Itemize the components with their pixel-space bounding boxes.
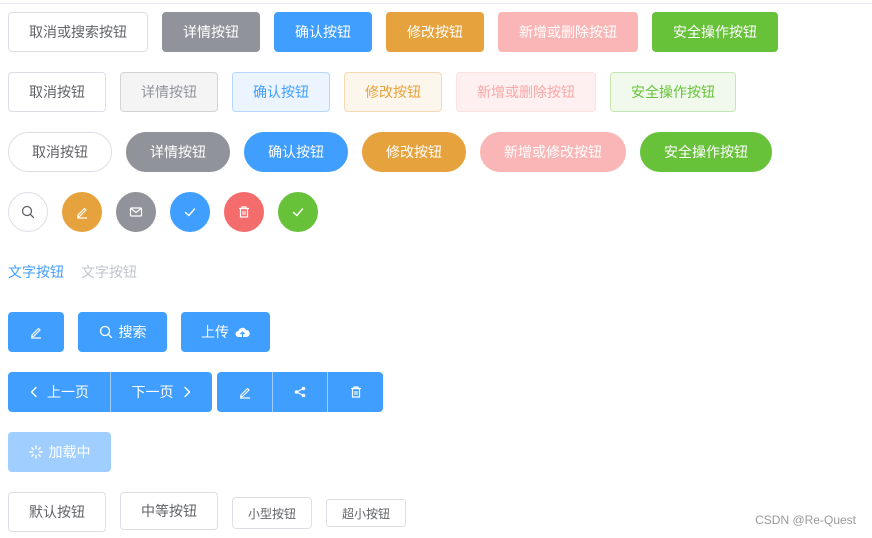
upload-button-label: 上传 (201, 325, 229, 341)
search-icon (99, 325, 113, 339)
loading-button[interactable]: 加载中 (8, 432, 111, 472)
edit-plain-button[interactable]: 修改按钮 (344, 72, 442, 112)
cancel-round-button[interactable]: 取消按钮 (8, 132, 112, 172)
safe-operation-round-button[interactable]: 安全操作按钮 (640, 132, 772, 172)
search-circle-button[interactable] (8, 192, 48, 232)
action-button-group (217, 372, 383, 412)
chevron-left-icon (29, 386, 39, 398)
delete-icon (237, 205, 251, 219)
edit-circle-button[interactable] (62, 192, 102, 232)
message-circle-button[interactable] (116, 192, 156, 232)
prev-page-button[interactable]: 上一页 (8, 372, 110, 412)
watermark: CSDN @Re-Quest (755, 513, 856, 527)
edit-button[interactable]: 修改按钮 (386, 12, 484, 52)
add-delete-plain-button[interactable]: 新增或删除按钮 (456, 72, 596, 112)
check-circle-button-success[interactable] (278, 192, 318, 232)
confirm-button[interactable]: 确认按钮 (274, 12, 372, 52)
loading-spinner-icon (28, 445, 43, 459)
add-delete-button[interactable]: 新增或删除按钮 (498, 12, 638, 52)
search-button-label: 搜索 (118, 325, 147, 341)
chevron-right-icon (182, 386, 192, 398)
upload-cloud-icon (235, 326, 250, 339)
cancel-plain-button[interactable]: 取消按钮 (8, 72, 106, 112)
text-button[interactable]: 文字按钮 (8, 262, 64, 282)
next-page-label: 下一页 (131, 385, 174, 401)
cancel-search-button[interactable]: 取消或搜索按钮 (8, 12, 148, 52)
top-divider (0, 3, 872, 4)
next-page-button[interactable]: 下一页 (110, 372, 212, 412)
pagination-button-group: 上一页 下一页 (8, 372, 212, 412)
loading-label: 加载中 (48, 445, 91, 461)
mini-size-button[interactable]: 超小按钮 (326, 499, 406, 527)
message-icon (129, 205, 143, 219)
confirm-plain-button[interactable]: 确认按钮 (232, 72, 330, 112)
add-edit-round-button[interactable]: 新增或修改按钮 (480, 132, 626, 172)
check-icon (291, 205, 305, 219)
edit-icon (75, 205, 89, 219)
prev-page-label: 上一页 (47, 385, 89, 401)
detail-round-button[interactable]: 详情按钮 (126, 132, 230, 172)
delete-circle-button[interactable] (224, 192, 264, 232)
edit-round-button[interactable]: 修改按钮 (362, 132, 466, 172)
search-button[interactable]: 搜索 (78, 312, 167, 352)
check-icon (183, 205, 197, 219)
share-icon (293, 385, 307, 399)
upload-button[interactable]: 上传 (181, 312, 270, 352)
edit-icon-button[interactable] (8, 312, 64, 352)
edit-icon (29, 325, 43, 339)
text-button-disabled[interactable]: 文字按钮 (81, 262, 137, 282)
medium-size-button[interactable]: 中等按钮 (120, 492, 218, 530)
confirm-round-button[interactable]: 确认按钮 (244, 132, 348, 172)
delete-icon (349, 385, 363, 399)
edit-icon (238, 385, 252, 399)
safe-operation-plain-button[interactable]: 安全操作按钮 (610, 72, 736, 112)
small-size-button[interactable]: 小型按钮 (232, 497, 312, 529)
safe-operation-button[interactable]: 安全操作按钮 (652, 12, 778, 52)
check-circle-button[interactable] (170, 192, 210, 232)
default-size-button[interactable]: 默认按钮 (8, 492, 106, 532)
edit-group-button[interactable] (217, 372, 272, 412)
delete-group-button[interactable] (327, 372, 383, 412)
detail-plain-button[interactable]: 详情按钮 (120, 72, 218, 112)
search-icon (21, 205, 35, 219)
share-group-button[interactable] (272, 372, 327, 412)
detail-button[interactable]: 详情按钮 (162, 12, 260, 52)
